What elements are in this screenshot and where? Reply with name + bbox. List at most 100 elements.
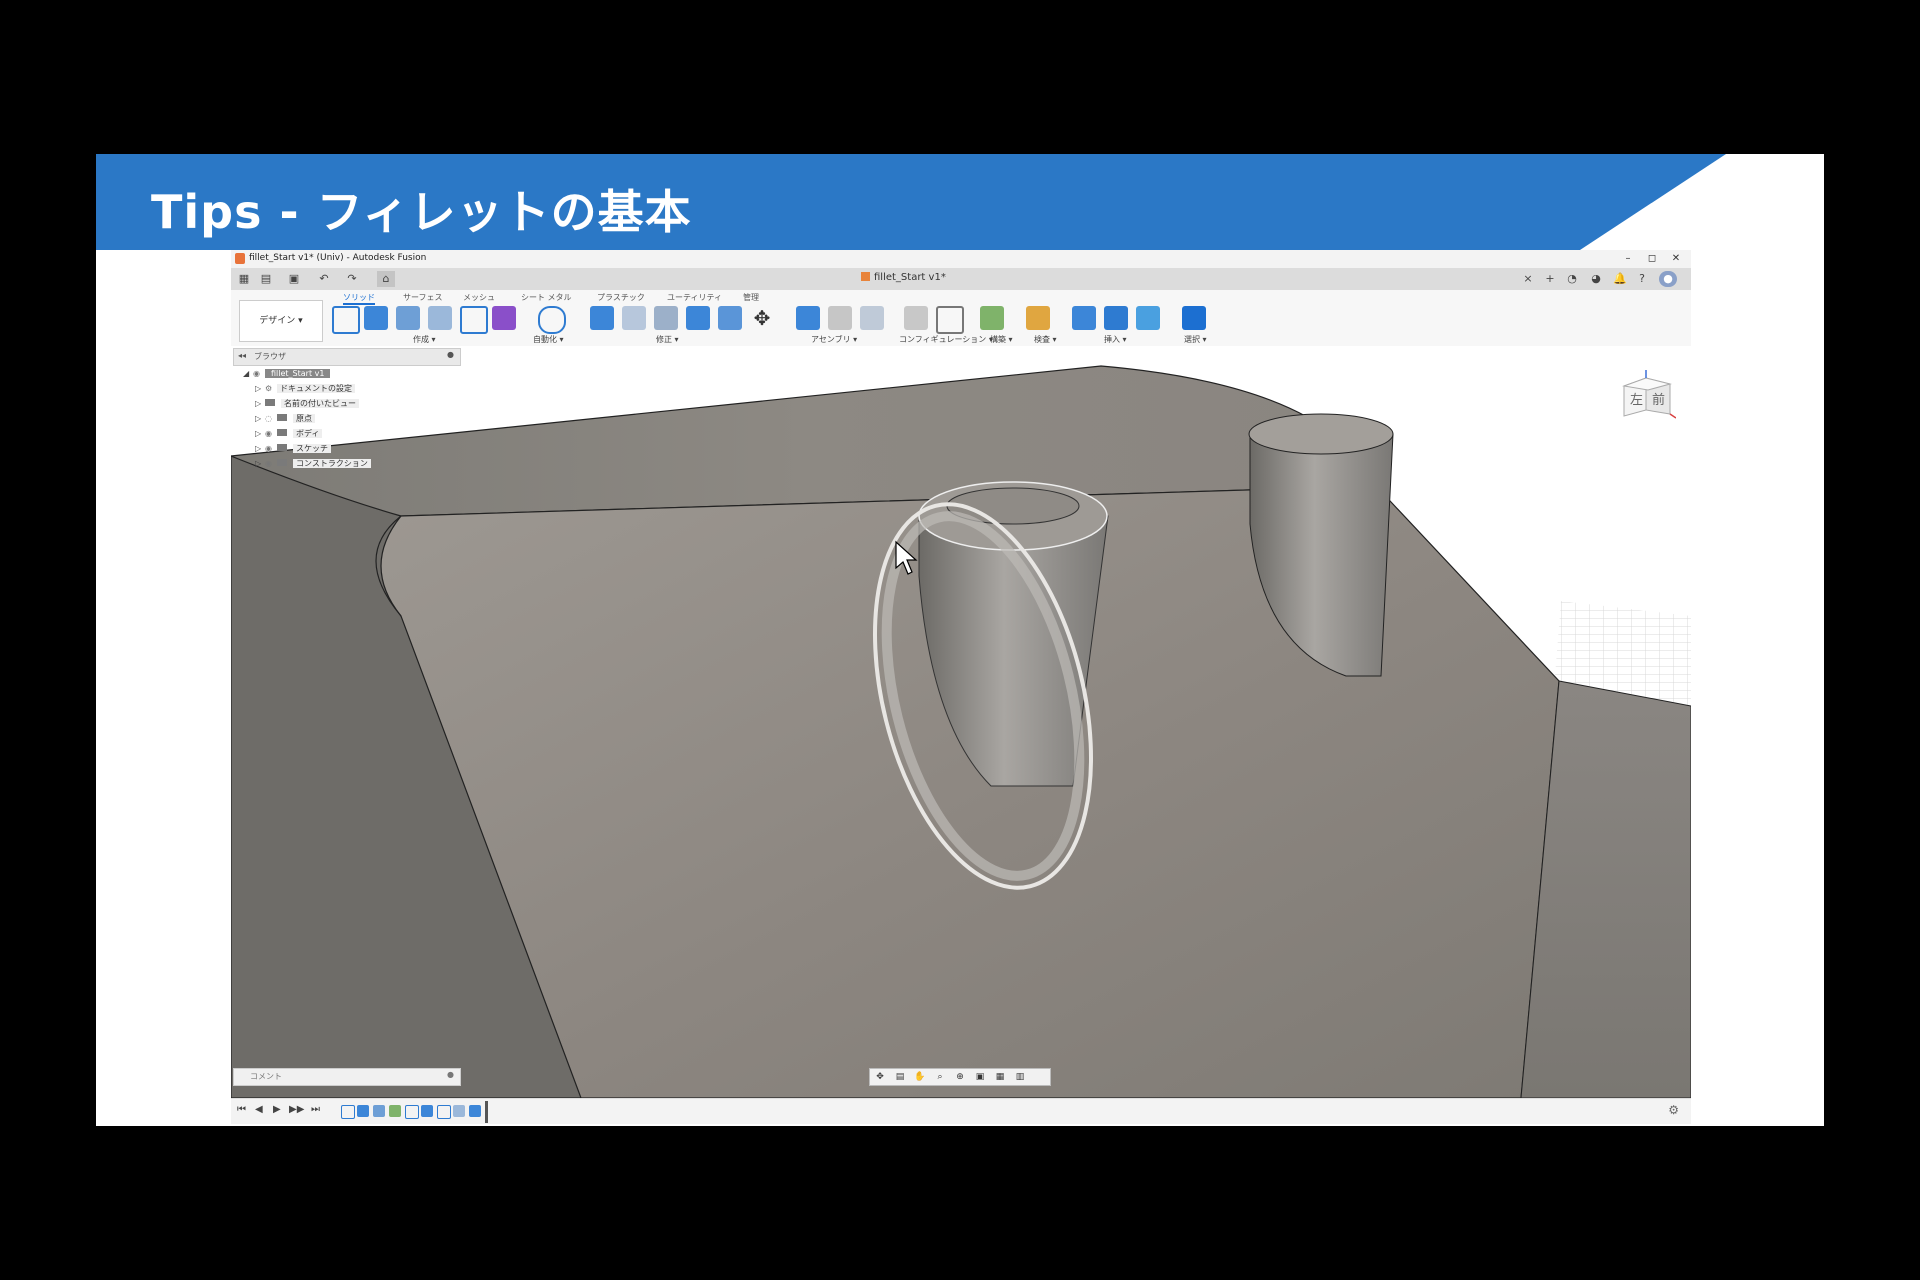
data-panel-icon[interactable]: ▦ bbox=[235, 271, 253, 287]
display-settings-icon[interactable]: ▣ bbox=[970, 1069, 990, 1085]
grid-settings-icon[interactable]: ▦ bbox=[990, 1069, 1010, 1085]
canvas-viewport[interactable]: ◂◂ ブラウザ ● ◢ ◉ fillet_Start v1 ▷ ⚙ ドキュメントの設定 … bbox=[231, 346, 1691, 1098]
press-pull-icon[interactable] bbox=[590, 306, 614, 330]
notifications-icon[interactable]: 🔔 bbox=[1611, 271, 1629, 287]
group-create[interactable]: 作成 ▾ bbox=[413, 334, 436, 345]
file-menu-icon[interactable]: ▤ bbox=[257, 271, 275, 287]
group-inspect[interactable]: 検査 ▾ bbox=[1034, 334, 1057, 345]
as-built-joint-icon[interactable] bbox=[860, 306, 884, 330]
workspace-switcher[interactable]: デザイン ▾ bbox=[239, 300, 323, 342]
tab-close-icon[interactable]: × bbox=[1519, 271, 1537, 287]
tree-item-named-views[interactable]: ▷ 名前の付いたビュー bbox=[255, 398, 359, 410]
save-icon[interactable]: ▣ bbox=[285, 271, 303, 287]
group-modify[interactable]: 修正 ▾ bbox=[656, 334, 679, 345]
create-form-icon[interactable] bbox=[492, 306, 516, 330]
group-insert[interactable]: 挿入 ▾ bbox=[1104, 334, 1127, 345]
chamfer-icon[interactable] bbox=[654, 306, 678, 330]
group-construct[interactable]: 構築 ▾ bbox=[990, 334, 1013, 345]
new-component-icon[interactable] bbox=[796, 306, 820, 330]
timeline-marker[interactable] bbox=[485, 1101, 488, 1123]
tab-plastic[interactable]: プラスチック bbox=[597, 292, 645, 303]
move-icon[interactable]: ✥ bbox=[750, 306, 774, 330]
combine-icon[interactable] bbox=[718, 306, 742, 330]
undo-icon[interactable]: ↶ bbox=[315, 271, 333, 287]
tree-item-construction[interactable]: ▷ ◉ コンストラクション bbox=[255, 458, 371, 470]
expand-icon[interactable]: ▷ bbox=[255, 428, 265, 440]
pattern-icon[interactable] bbox=[460, 306, 488, 334]
viewports-icon[interactable]: ▥ bbox=[1010, 1069, 1030, 1085]
visibility-icon[interactable]: ◉ bbox=[265, 458, 277, 470]
timeline-feature[interactable] bbox=[373, 1105, 385, 1117]
visibility-icon[interactable]: ◉ bbox=[265, 428, 277, 440]
comment-pin-icon[interactable]: ● bbox=[447, 1070, 454, 1079]
step-forward-button[interactable]: ▶▶ bbox=[289, 1104, 304, 1115]
orbit-icon[interactable]: ✥ bbox=[870, 1069, 890, 1085]
timeline-feature-extrude[interactable] bbox=[421, 1105, 433, 1117]
go-to-end-button[interactable]: ⏭ bbox=[311, 1104, 320, 1115]
minimize-button[interactable]: – bbox=[1616, 251, 1640, 267]
timeline-feature-sketch[interactable] bbox=[437, 1105, 451, 1119]
group-automate[interactable]: 自動化 ▾ bbox=[533, 334, 564, 345]
timeline-feature-plane[interactable] bbox=[389, 1105, 401, 1117]
expand-icon[interactable]: ▷ bbox=[255, 398, 265, 410]
shell-icon[interactable] bbox=[686, 306, 710, 330]
browser-panel-header[interactable]: ◂◂ ブラウザ ● bbox=[233, 348, 461, 366]
collapse-icon[interactable]: ◂◂ bbox=[238, 351, 246, 360]
play-button[interactable]: ▶ bbox=[273, 1104, 281, 1115]
measure-icon[interactable] bbox=[1026, 306, 1050, 330]
extrude-icon[interactable] bbox=[364, 306, 388, 330]
look-at-icon[interactable]: ▤ bbox=[890, 1069, 910, 1085]
expand-icon[interactable]: ▷ bbox=[255, 383, 265, 395]
tree-item-bodies[interactable]: ▷ ◉ ボディ bbox=[255, 428, 323, 440]
browser-pin-icon[interactable]: ● bbox=[447, 350, 454, 359]
tab-manage[interactable]: 管理 bbox=[743, 292, 759, 303]
timeline-settings-icon[interactable]: ⚙ bbox=[1668, 1103, 1679, 1117]
user-avatar-icon[interactable]: ● bbox=[1659, 271, 1677, 287]
timeline-feature-sketch[interactable] bbox=[405, 1105, 419, 1119]
close-window-button[interactable]: ✕ bbox=[1664, 251, 1688, 267]
insert-derive-icon[interactable] bbox=[1072, 306, 1096, 330]
redo-icon[interactable]: ↷ bbox=[343, 271, 361, 287]
viewcube-left-face[interactable]: 左 bbox=[1630, 393, 1643, 408]
visibility-icon[interactable]: ◉ bbox=[265, 443, 277, 455]
insert-image-icon[interactable] bbox=[1136, 306, 1160, 330]
tree-root[interactable]: ◢ ◉ fillet_Start v1 bbox=[243, 368, 331, 380]
viewcube[interactable]: 左 前 bbox=[1618, 368, 1676, 426]
step-back-button[interactable]: ◀ bbox=[255, 1104, 263, 1115]
joint-icon[interactable] bbox=[828, 306, 852, 330]
tab-solid[interactable]: ソリッド bbox=[343, 292, 375, 305]
expand-icon[interactable]: ▷ bbox=[255, 413, 265, 425]
tree-item-sketches[interactable]: ▷ ◉ スケッチ bbox=[255, 443, 331, 455]
expand-icon[interactable]: ▷ bbox=[255, 443, 265, 455]
tab-mesh[interactable]: メッシュ bbox=[463, 292, 495, 303]
group-select[interactable]: 選択 ▾ bbox=[1184, 334, 1207, 345]
extensions-icon[interactable]: ◔ bbox=[1563, 271, 1581, 287]
group-configure[interactable]: コンフィギュレーション ▾ bbox=[899, 334, 993, 345]
timeline-feature-sketch[interactable] bbox=[341, 1105, 355, 1119]
tree-item-document-settings[interactable]: ▷ ⚙ ドキュメントの設定 bbox=[255, 383, 355, 395]
configure-icon[interactable] bbox=[904, 306, 928, 330]
tree-item-origin[interactable]: ▷ ◌ 原点 bbox=[255, 413, 315, 425]
revolve-icon[interactable] bbox=[396, 306, 420, 330]
visibility-icon[interactable]: ◉ bbox=[253, 368, 265, 380]
select-icon[interactable] bbox=[1182, 306, 1206, 330]
zoom-icon[interactable]: ⌕ bbox=[930, 1069, 950, 1085]
go-to-start-button[interactable]: ⏮ bbox=[237, 1104, 246, 1115]
comments-panel[interactable]: コメント ● bbox=[233, 1068, 461, 1086]
tab-utilities[interactable]: ユーティリティ bbox=[667, 292, 722, 303]
new-tab-icon[interactable]: + bbox=[1541, 271, 1559, 287]
create-sketch-icon[interactable] bbox=[332, 306, 360, 334]
zoom-window-icon[interactable]: ⊕ bbox=[950, 1069, 970, 1085]
expand-icon[interactable]: ▷ bbox=[255, 458, 265, 470]
home-icon[interactable]: ⌂ bbox=[377, 271, 395, 287]
automate-icon[interactable] bbox=[538, 306, 566, 334]
expand-icon[interactable]: ◢ bbox=[243, 368, 253, 380]
tab-sheet-metal[interactable]: シート メタル bbox=[521, 292, 572, 303]
help-icon[interactable]: ? bbox=[1633, 271, 1651, 287]
document-tab[interactable]: fillet_Start v1* bbox=[861, 272, 946, 283]
job-status-icon[interactable]: ◕ bbox=[1587, 271, 1605, 287]
timeline-feature-extrude[interactable] bbox=[469, 1105, 481, 1117]
fillet-icon[interactable] bbox=[622, 306, 646, 330]
offset-plane-icon[interactable] bbox=[980, 306, 1004, 330]
visibility-icon[interactable]: ◌ bbox=[265, 413, 277, 425]
